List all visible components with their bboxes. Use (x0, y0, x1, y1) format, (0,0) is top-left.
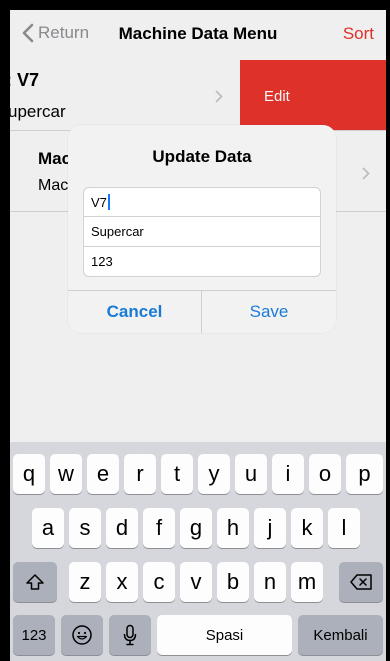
dialog-title: Update Data (152, 147, 252, 166)
delete-icon (350, 574, 372, 590)
key-q[interactable]: q (13, 454, 45, 494)
cancel-button[interactable]: Cancel (68, 291, 201, 333)
key-f[interactable]: f (143, 508, 175, 548)
key-g[interactable]: g (180, 508, 212, 548)
key-l[interactable]: l (328, 508, 360, 548)
machine-type-value: Supercar (91, 224, 144, 239)
key-i[interactable]: i (272, 454, 304, 494)
key-p[interactable]: p (346, 454, 383, 494)
numbers-key[interactable]: 123 (13, 615, 55, 655)
save-button[interactable]: Save (202, 291, 336, 333)
dictation-key[interactable] (109, 615, 151, 655)
on-screen-keyboard: q w e r t y u i o p a s d f g h j k l z … (10, 442, 386, 661)
key-j[interactable]: j (254, 508, 286, 548)
machine-number-input[interactable]: 123 (83, 247, 321, 277)
machine-name-input[interactable]: V7 (83, 187, 321, 217)
mic-icon (123, 624, 137, 646)
text-caret (107, 194, 110, 210)
shift-icon (26, 574, 44, 590)
key-o[interactable]: o (309, 454, 341, 494)
key-h[interactable]: h (217, 508, 249, 548)
key-u[interactable]: u (235, 454, 267, 494)
delete-key[interactable] (339, 562, 383, 602)
key-r[interactable]: r (124, 454, 156, 494)
machine-number-value: 123 (91, 254, 113, 269)
key-z[interactable]: z (69, 562, 101, 602)
key-k[interactable]: k (291, 508, 323, 548)
key-c[interactable]: c (143, 562, 175, 602)
key-x[interactable]: x (106, 562, 138, 602)
key-d[interactable]: d (106, 508, 138, 548)
shift-key[interactable] (13, 562, 57, 602)
key-s[interactable]: s (69, 508, 101, 548)
emoji-icon (72, 625, 92, 645)
key-m[interactable]: m (291, 562, 323, 602)
key-b[interactable]: b (217, 562, 249, 602)
key-t[interactable]: t (161, 454, 193, 494)
key-y[interactable]: y (198, 454, 230, 494)
update-data-dialog: Update Data V7 Supercar 123 Cancel Save (68, 125, 336, 333)
key-e[interactable]: e (87, 454, 119, 494)
space-key[interactable]: Spasi (157, 615, 292, 655)
device-screen: Return Machine Data Menu Sort : V7 uperc… (10, 10, 386, 661)
key-v[interactable]: v (180, 562, 212, 602)
machine-name-value: V7 (91, 194, 107, 210)
emoji-key[interactable] (61, 615, 103, 655)
return-key[interactable]: Kembali (298, 615, 383, 655)
key-a[interactable]: a (32, 508, 64, 548)
key-w[interactable]: w (50, 454, 82, 494)
key-n[interactable]: n (254, 562, 286, 602)
machine-type-input[interactable]: Supercar (83, 217, 321, 247)
